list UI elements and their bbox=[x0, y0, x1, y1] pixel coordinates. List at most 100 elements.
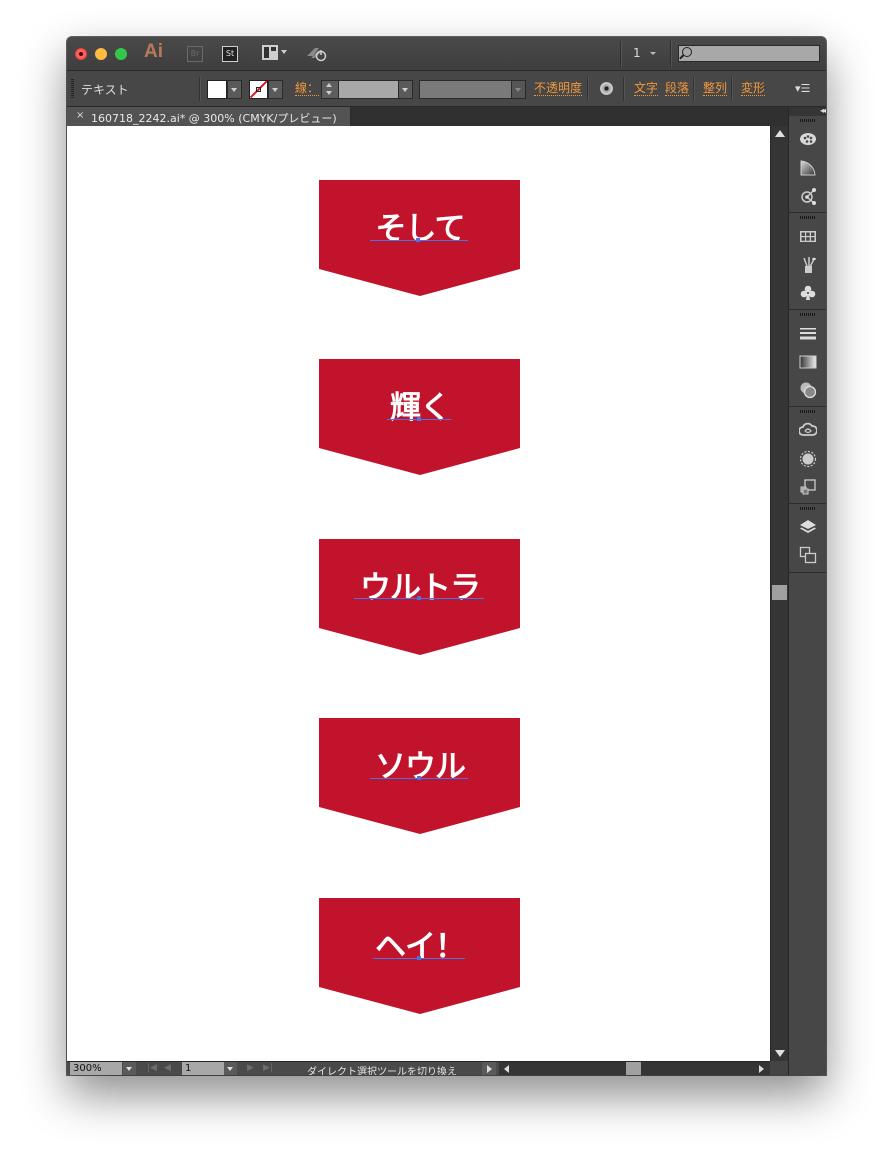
banner[interactable]: 輝く bbox=[319, 359, 521, 476]
vertical-scroll-thumb[interactable] bbox=[772, 585, 787, 600]
scroll-down-arrow-icon[interactable] bbox=[775, 1050, 785, 1057]
collapse-panels-icon[interactable]: ◂◂ bbox=[820, 106, 826, 115]
stroke-weight-dropdown[interactable] bbox=[398, 80, 413, 99]
grip-handle[interactable] bbox=[800, 313, 816, 316]
artboard-number-input[interactable]: 1 bbox=[182, 1062, 224, 1075]
title-bar: Ai Br St 1 bbox=[67, 37, 826, 71]
banner[interactable]: ウルトラ bbox=[319, 539, 521, 656]
stock-icon[interactable]: St bbox=[222, 46, 238, 62]
stroke-dropdown[interactable] bbox=[268, 80, 283, 99]
status-menu-button[interactable] bbox=[482, 1062, 496, 1075]
app-logo: Ai bbox=[144, 41, 163, 62]
artboard-canvas[interactable]: そして 輝く ウルトラ ソウル ヘイ！ bbox=[67, 126, 770, 1061]
grip-handle[interactable] bbox=[800, 507, 816, 510]
text-anchor-point bbox=[417, 776, 421, 780]
horizontal-scroll-thumb[interactable] bbox=[626, 1062, 641, 1075]
first-artboard-button[interactable]: |◀ bbox=[147, 1063, 157, 1073]
horizontal-scrollbar[interactable] bbox=[499, 1062, 770, 1075]
grip-handle[interactable] bbox=[800, 119, 816, 122]
close-tab-icon[interactable]: × bbox=[76, 110, 84, 121]
minimize-window-button[interactable] bbox=[95, 48, 107, 60]
zoom-level-input[interactable]: 300% bbox=[70, 1062, 122, 1075]
text-anchor-point bbox=[416, 238, 420, 242]
panel-dock: ◂◂ bbox=[788, 106, 826, 1075]
cc-libraries-icon[interactable] bbox=[799, 421, 817, 439]
transform-link[interactable]: 変形 bbox=[741, 82, 766, 96]
divider bbox=[693, 77, 695, 101]
sync-settings-icon[interactable] bbox=[305, 44, 329, 62]
stroke-weight-input[interactable] bbox=[338, 80, 400, 99]
vertical-scrollbar[interactable] bbox=[770, 126, 789, 1061]
gradient-icon[interactable] bbox=[799, 353, 817, 371]
fill-swatch[interactable] bbox=[207, 80, 227, 99]
text-anchor-point bbox=[417, 596, 421, 600]
stroke-swatch[interactable] bbox=[249, 80, 268, 99]
document-title: 160718_2242.ai* @ 300% (CMYK/プレビュー) bbox=[91, 112, 337, 125]
graphic-styles-icon[interactable] bbox=[799, 478, 817, 496]
arrange-documents-icon[interactable] bbox=[262, 45, 278, 60]
divider bbox=[623, 77, 625, 101]
opacity-link[interactable]: 不透明度 bbox=[534, 82, 583, 96]
illustrator-window: Ai Br St 1 テキスト 線： 不透明度 文字 段落 整列 変形 ▾☰ ×… bbox=[67, 37, 826, 1075]
banner[interactable]: ヘイ！ bbox=[319, 898, 521, 1015]
close-window-button[interactable] bbox=[75, 48, 87, 60]
scroll-corner bbox=[770, 1061, 788, 1075]
stroke-link[interactable]: 線： bbox=[295, 82, 320, 96]
panel-group bbox=[789, 310, 826, 407]
banner-text[interactable]: そして bbox=[319, 203, 521, 248]
recolor-artwork-icon[interactable] bbox=[600, 82, 613, 95]
layers-icon[interactable] bbox=[799, 517, 817, 535]
chevron-down-icon[interactable] bbox=[281, 50, 287, 54]
grip-handle[interactable] bbox=[800, 410, 816, 413]
last-artboard-button[interactable]: ▶| bbox=[263, 1063, 273, 1073]
recolor-artwork-icon[interactable] bbox=[799, 187, 817, 205]
status-text: ダイレクト選択ツールを切り換え bbox=[307, 1067, 457, 1075]
variable-width-dropdown[interactable] bbox=[511, 80, 526, 99]
document-tab[interactable]: × 160718_2242.ai* @ 300% (CMYK/プレビュー) bbox=[67, 107, 351, 126]
artboard-navigation[interactable]: 1 bbox=[633, 46, 641, 60]
character-link[interactable]: 文字 bbox=[634, 82, 659, 96]
transparency-icon[interactable] bbox=[799, 381, 817, 399]
scroll-right-arrow-icon[interactable] bbox=[759, 1065, 764, 1073]
object-type-label: テキスト bbox=[81, 83, 129, 97]
align-link[interactable]: 整列 bbox=[703, 82, 728, 96]
search-input[interactable] bbox=[678, 45, 820, 62]
dock-header: ◂◂ bbox=[789, 106, 826, 116]
next-artboard-button[interactable]: ▶ bbox=[247, 1063, 254, 1073]
artboards-icon[interactable] bbox=[799, 546, 817, 564]
divider bbox=[731, 77, 733, 101]
previous-artboard-button[interactable]: ◀ bbox=[164, 1063, 171, 1073]
swatches-icon[interactable] bbox=[799, 227, 817, 245]
banner-text[interactable]: ウルトラ bbox=[319, 562, 521, 607]
color-palette-icon[interactable] bbox=[799, 130, 817, 148]
scroll-left-arrow-icon[interactable] bbox=[504, 1065, 509, 1073]
zoom-window-button[interactable] bbox=[115, 48, 127, 60]
stroke-icon[interactable] bbox=[799, 324, 817, 342]
divider bbox=[199, 77, 201, 101]
search-icon bbox=[682, 47, 692, 57]
color-guide-icon[interactable] bbox=[799, 159, 817, 177]
scroll-up-arrow-icon[interactable] bbox=[775, 130, 785, 137]
divider bbox=[670, 41, 672, 67]
divider bbox=[587, 77, 589, 101]
text-anchor-point bbox=[417, 417, 421, 421]
banner[interactable]: そして bbox=[319, 180, 521, 297]
stroke-weight-stepper[interactable] bbox=[321, 80, 339, 99]
grip-handle[interactable] bbox=[800, 216, 816, 219]
variable-width-field[interactable] bbox=[419, 80, 513, 99]
artboard-dropdown[interactable] bbox=[224, 1062, 237, 1075]
appearance-icon[interactable] bbox=[799, 450, 817, 468]
fill-dropdown[interactable] bbox=[227, 80, 242, 99]
brushes-icon[interactable] bbox=[799, 256, 817, 274]
paragraph-link[interactable]: 段落 bbox=[665, 82, 690, 96]
panel-group bbox=[789, 116, 826, 213]
zoom-dropdown[interactable] bbox=[123, 1062, 136, 1075]
panel-menu-icon[interactable]: ▾☰ bbox=[795, 82, 810, 95]
chevron-down-icon[interactable] bbox=[650, 52, 656, 55]
bridge-icon[interactable]: Br bbox=[187, 46, 203, 62]
document-tab-bar: × 160718_2242.ai* @ 300% (CMYK/プレビュー) bbox=[67, 107, 788, 126]
text-anchor-point bbox=[417, 956, 421, 960]
symbols-icon[interactable] bbox=[799, 284, 817, 302]
banner[interactable]: ソウル bbox=[319, 718, 521, 835]
grip-handle[interactable] bbox=[71, 79, 74, 99]
